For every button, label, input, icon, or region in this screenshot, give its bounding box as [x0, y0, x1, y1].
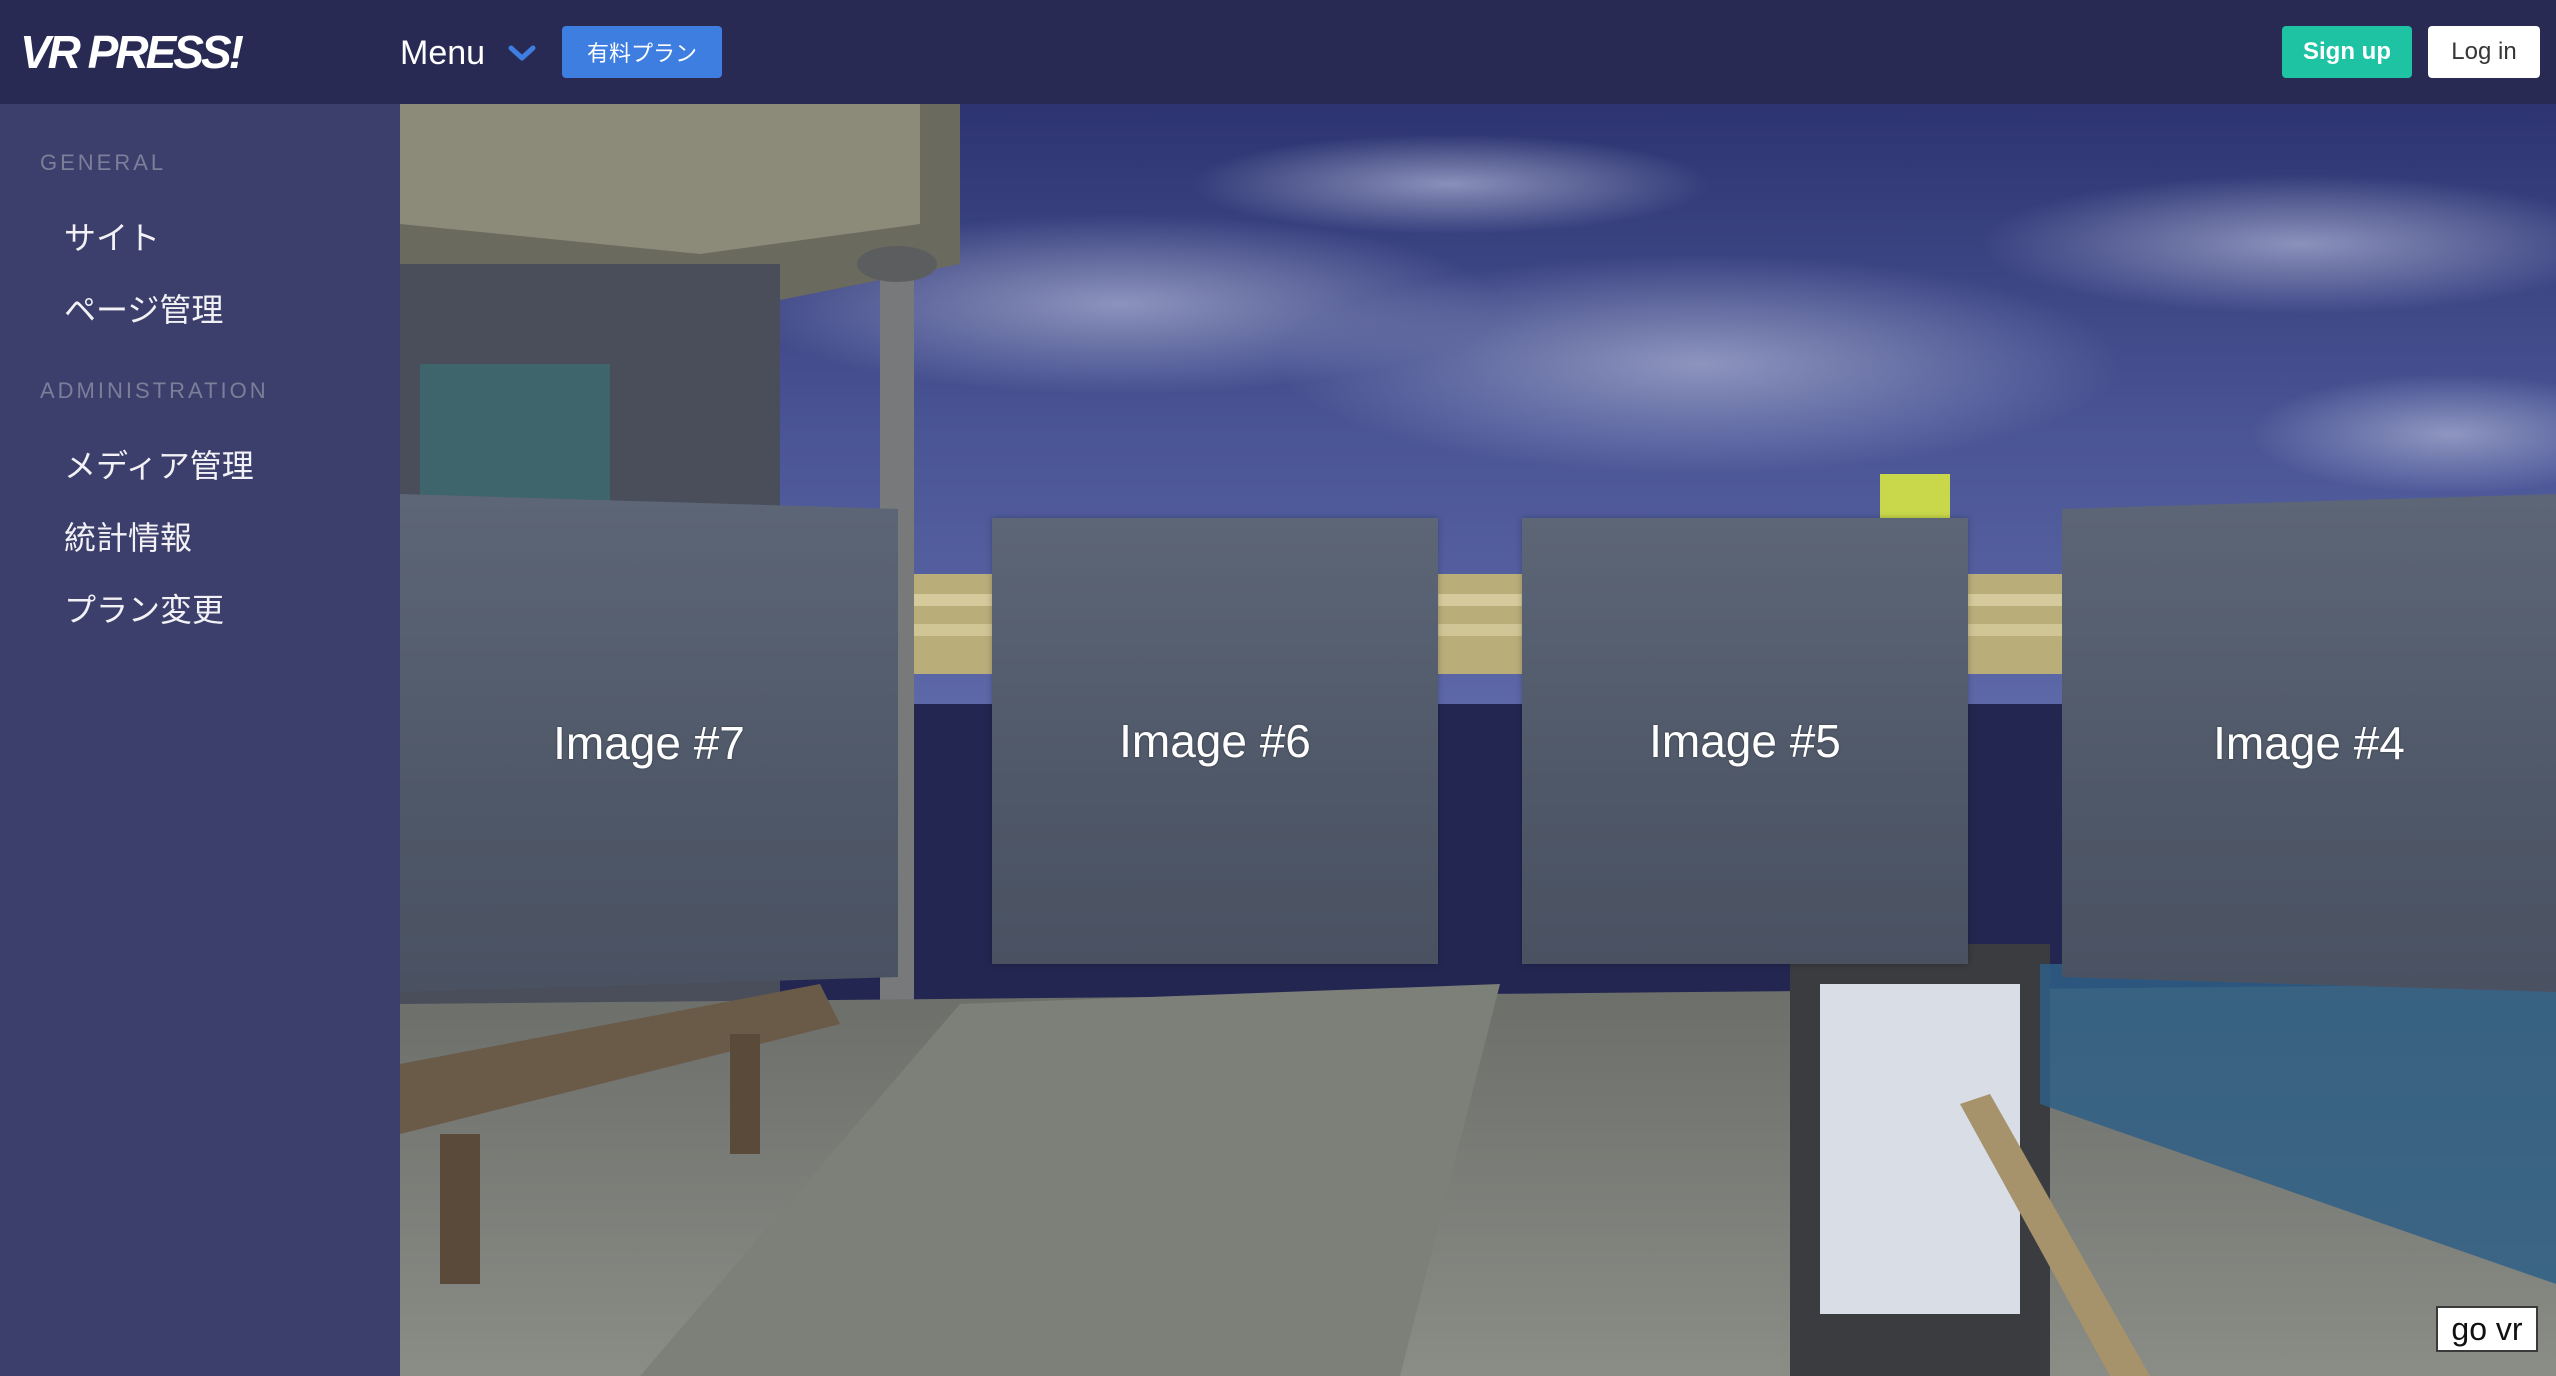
- top-navbar: VR PRESS! Menu 有料プラン Sign up Log in: [0, 0, 2556, 104]
- sidebar-item-plan-change[interactable]: プラン変更: [64, 588, 224, 632]
- go-vr-button[interactable]: go vr: [2436, 1306, 2538, 1352]
- image-panel-7[interactable]: Image #7: [400, 494, 898, 992]
- sign-up-button[interactable]: Sign up: [2282, 26, 2412, 78]
- sidebar: GENERAL サイト ページ管理 ADMINISTRATION メディア管理 …: [0, 104, 400, 1376]
- image-panel-7-label: Image #7: [553, 717, 745, 769]
- menu-label: Menu: [400, 34, 486, 72]
- image-panel-4-label: Image #4: [2213, 717, 2405, 769]
- chevron-down-icon: [507, 38, 537, 68]
- log-in-button[interactable]: Log in: [2428, 26, 2540, 78]
- menu-dropdown[interactable]: Menu: [400, 26, 537, 80]
- sidebar-item-media-management[interactable]: メディア管理: [64, 444, 254, 488]
- image-panel-5-label: Image #5: [1649, 715, 1841, 767]
- sidebar-section-administration: ADMINISTRATION: [40, 378, 269, 403]
- image-panel-6-label: Image #6: [1119, 715, 1311, 767]
- sidebar-item-page-management[interactable]: ページ管理: [64, 288, 223, 332]
- paid-plan-button[interactable]: 有料プラン: [562, 26, 722, 78]
- brand-logo[interactable]: VR PRESS!: [20, 22, 244, 82]
- image-panel-5[interactable]: Image #5: [1522, 518, 1968, 964]
- image-panel-6[interactable]: Image #6: [992, 518, 1438, 964]
- image-panel-4[interactable]: Image #4: [2062, 494, 2556, 992]
- sidebar-item-statistics[interactable]: 統計情報: [64, 516, 192, 560]
- sidebar-section-general: GENERAL: [40, 150, 167, 175]
- sidebar-item-site[interactable]: サイト: [64, 216, 160, 260]
- vr-panorama-viewer[interactable]: Image #7 Image #6 Image #5 Image #4: [400, 104, 2556, 1376]
